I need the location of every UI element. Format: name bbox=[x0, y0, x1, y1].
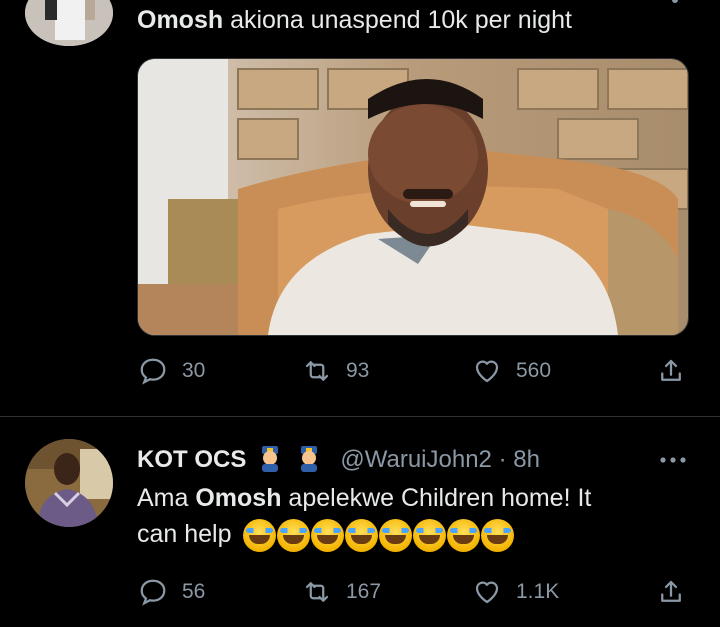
avatar-image bbox=[25, 439, 113, 527]
mention-omosh[interactable]: Omosh bbox=[195, 484, 281, 512]
loudly-crying-face-icon bbox=[447, 519, 480, 552]
reply-button[interactable]: 30 bbox=[138, 356, 205, 386]
retweet-button[interactable]: 93 bbox=[302, 356, 369, 386]
tweet-text: Omosh akiona unaspend 10k per night bbox=[137, 6, 573, 34]
crying-emoji-row bbox=[243, 519, 514, 552]
loudly-crying-face-icon bbox=[277, 519, 310, 552]
loudly-crying-face-icon bbox=[345, 519, 378, 552]
share-button[interactable] bbox=[656, 577, 686, 607]
tweet-text-line-2: can help bbox=[137, 520, 232, 548]
handle[interactable]: @WaruiJohn2 bbox=[340, 446, 492, 473]
retweet-count: 93 bbox=[346, 359, 370, 382]
like-button[interactable]: 1.1K bbox=[472, 577, 559, 607]
more-icon[interactable] bbox=[658, 453, 688, 465]
separator: · bbox=[498, 446, 507, 473]
loudly-crying-face-icon bbox=[311, 519, 344, 552]
reply-count: 56 bbox=[182, 580, 206, 603]
tweet-media-image[interactable] bbox=[137, 58, 689, 336]
reply-count: 30 bbox=[182, 359, 206, 382]
share-icon bbox=[661, 359, 681, 381]
more-icon[interactable] bbox=[664, 0, 686, 8]
police-officer-icon bbox=[300, 446, 317, 472]
like-count: 560 bbox=[516, 359, 552, 382]
retweet-button[interactable]: 167 bbox=[302, 577, 381, 607]
reply-icon bbox=[140, 579, 166, 606]
like-icon bbox=[475, 360, 499, 383]
tweet-actions: 30 93 560 bbox=[0, 356, 720, 396]
tweet-2[interactable]: KOT OCS @WaruiJohn2 · 8h Ama Omosh apele… bbox=[0, 417, 720, 627]
avatar[interactable] bbox=[25, 0, 113, 46]
media-photo bbox=[138, 59, 688, 335]
tweet-text-line-1: Ama Omosh apelekwe Children home! It bbox=[137, 484, 592, 512]
reply-icon bbox=[140, 358, 166, 385]
loudly-crying-face-icon bbox=[379, 519, 412, 552]
avatar-image bbox=[25, 0, 113, 46]
retweet-icon bbox=[305, 582, 329, 602]
retweet-icon bbox=[305, 361, 329, 381]
tweet-header: KOT OCS @WaruiJohn2 · 8h bbox=[137, 443, 540, 474]
loudly-crying-face-icon bbox=[481, 519, 514, 552]
loudly-crying-face-icon bbox=[243, 519, 276, 552]
retweet-count: 167 bbox=[346, 580, 382, 603]
display-name[interactable]: KOT OCS bbox=[137, 446, 246, 473]
timestamp[interactable]: 8h bbox=[513, 446, 540, 473]
reply-button[interactable]: 56 bbox=[138, 577, 205, 607]
tweet-1[interactable]: Omosh akiona unaspend 10k per night 30 9… bbox=[0, 0, 720, 416]
like-icon bbox=[475, 581, 499, 604]
share-icon bbox=[661, 580, 681, 602]
tweet-actions: 56 167 1.1K bbox=[0, 577, 720, 617]
avatar[interactable] bbox=[25, 439, 113, 527]
like-count: 1.1K bbox=[516, 580, 560, 603]
police-officer-icon bbox=[262, 446, 279, 472]
like-button[interactable]: 560 bbox=[472, 356, 551, 386]
share-button[interactable] bbox=[656, 356, 686, 386]
loudly-crying-face-icon bbox=[413, 519, 446, 552]
mention-omosh[interactable]: Omosh bbox=[137, 6, 223, 34]
